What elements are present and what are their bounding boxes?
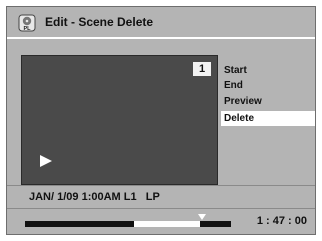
chapter-number-badge: 1 [193, 62, 211, 76]
page-title: Edit - Scene Delete [45, 15, 154, 29]
menu-item-preview[interactable]: Preview [221, 94, 315, 109]
progress-bar-area: 1 : 47 : 00 [7, 209, 315, 234]
menu-item-end[interactable]: End [221, 78, 315, 93]
progress-track [25, 221, 231, 227]
panel-spacer [7, 39, 315, 55]
scene-delete-menu: Start End Preview Delete [219, 55, 315, 185]
elapsed-time: 1 : 47 : 00 [256, 215, 307, 227]
scene-delete-screen: PL Edit - Scene Delete 1 Start End Previ… [6, 6, 316, 235]
play-icon [40, 155, 52, 167]
progress-segment [134, 221, 201, 227]
menu-item-delete[interactable]: Delete [221, 111, 315, 126]
menu-item-start[interactable]: Start [221, 63, 315, 78]
svg-text:PL: PL [23, 26, 31, 32]
video-preview: 1 [21, 55, 218, 185]
recording-info: JAN/ 1/09 1:00AM L1 LP [29, 191, 160, 203]
position-marker-icon [198, 214, 207, 220]
recording-info-bar: JAN/ 1/09 1:00AM L1 LP [7, 185, 315, 209]
pl-icon: PL [18, 14, 36, 32]
title-bar: PL Edit - Scene Delete [7, 7, 315, 39]
